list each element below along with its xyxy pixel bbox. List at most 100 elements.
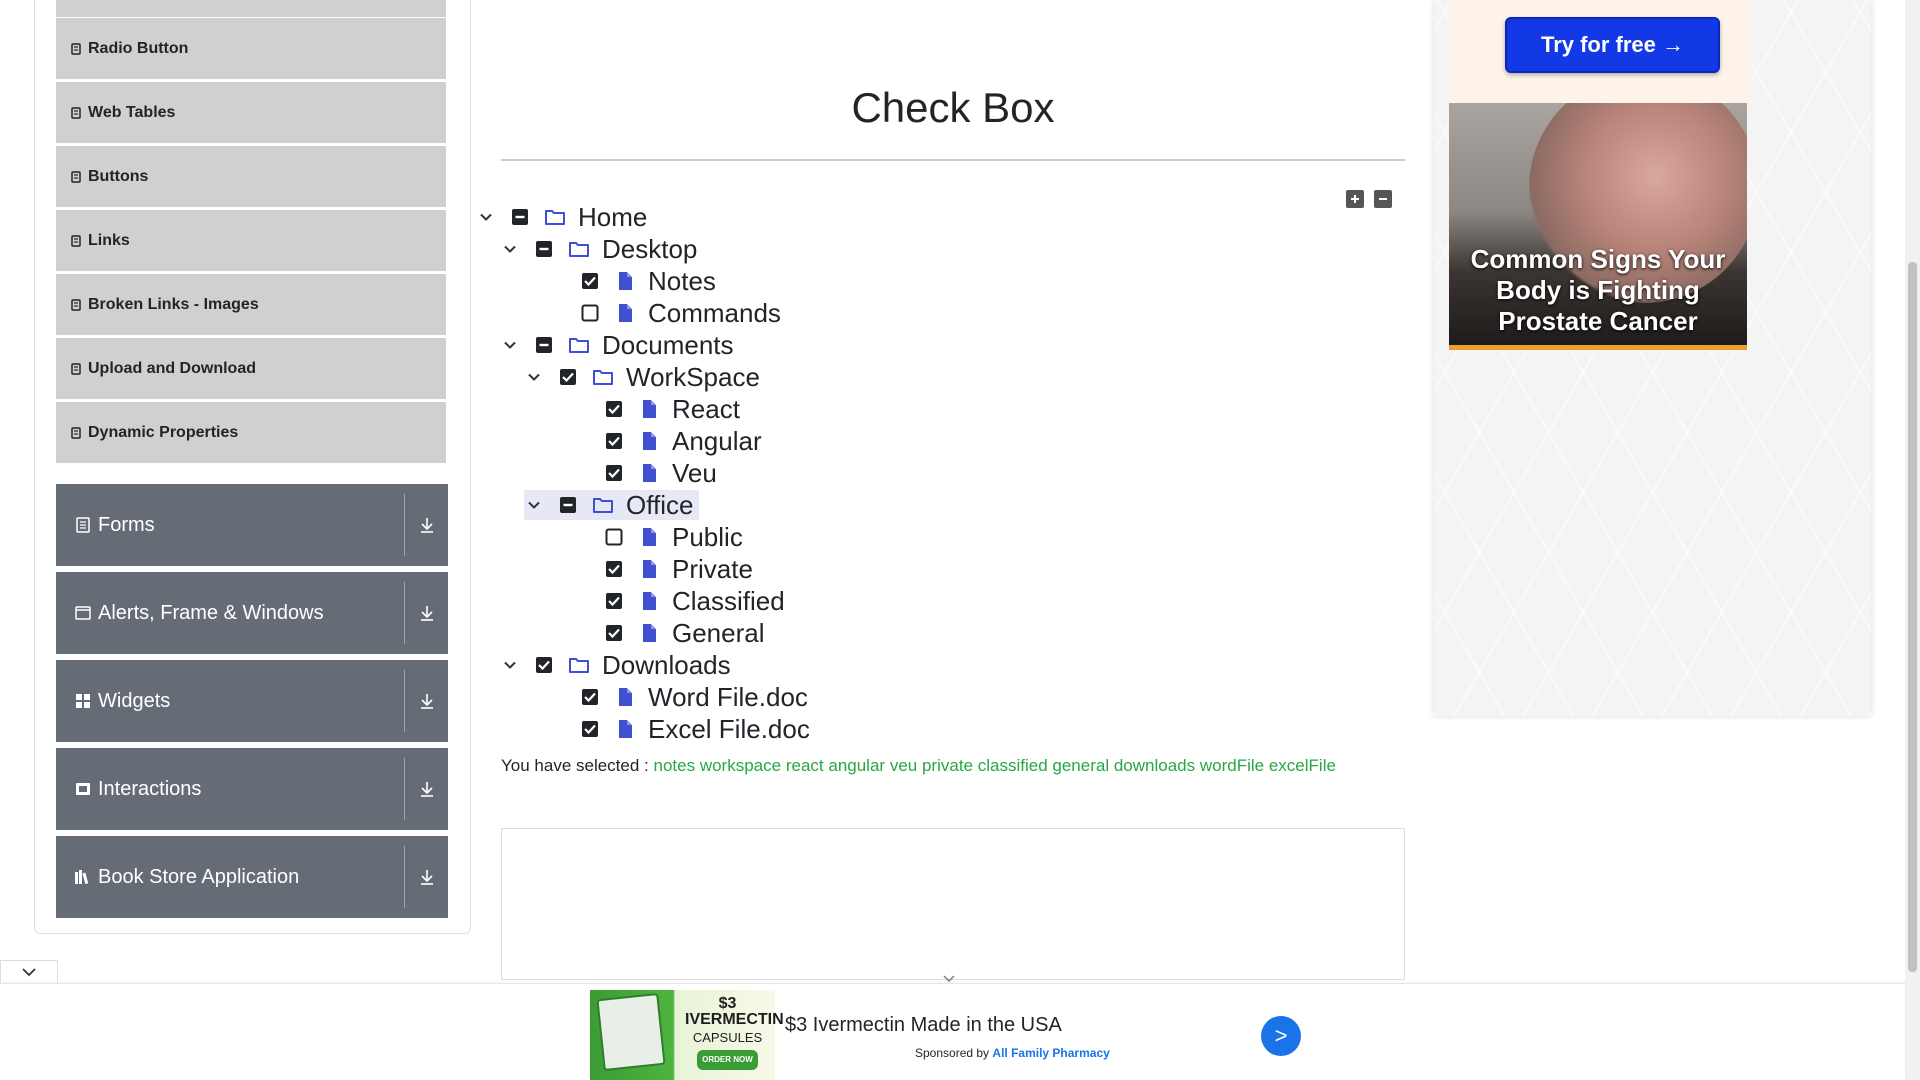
tree-node-excelfile[interactable]: Excel File.doc: [580, 714, 810, 744]
tree-node-react[interactable]: React: [604, 394, 740, 424]
checkbox-react[interactable]: [604, 399, 624, 419]
chevron-down-icon[interactable]: [500, 239, 520, 259]
checkbox-excelfile[interactable]: [580, 719, 600, 739]
node-label[interactable]: WorkSpace: [626, 362, 760, 393]
scrollbar-thumb[interactable]: [1908, 262, 1917, 972]
tree-node-veu[interactable]: Veu: [604, 458, 717, 488]
folder-icon: [568, 238, 590, 260]
checkbox-wordfile[interactable]: [580, 687, 600, 707]
tree-node-office[interactable]: Office: [524, 490, 700, 521]
tree-node-wordfile[interactable]: Word File.doc: [580, 682, 808, 712]
tree-node-private[interactable]: Private: [604, 554, 753, 584]
node-label[interactable]: Classified: [672, 586, 785, 617]
checkbox-angular[interactable]: [604, 431, 624, 451]
node-label[interactable]: Home: [578, 202, 647, 233]
download-arrow-icon[interactable]: [416, 600, 438, 626]
tree-node-desktop[interactable]: Desktop: [500, 234, 697, 264]
node-label[interactable]: Veu: [672, 458, 717, 489]
sidebar-item-dynamic-properties[interactable]: Dynamic Properties: [56, 402, 446, 464]
checkbox-home[interactable]: [510, 207, 530, 227]
sidebar-item-label: Radio Button: [88, 39, 189, 57]
node-label[interactable]: General: [672, 618, 765, 649]
bottom-ad-title[interactable]: $3 Ivermectin Made in the USA: [785, 1014, 1062, 1037]
tree-node-documents[interactable]: Documents: [500, 330, 734, 360]
folder-icon: [568, 334, 590, 356]
collapse-all-button[interactable]: [1374, 190, 1392, 208]
node-label[interactable]: Notes: [648, 266, 716, 297]
tree-node-general[interactable]: General: [604, 618, 765, 648]
tree-node-workspace[interactable]: WorkSpace: [524, 362, 760, 392]
sidebar-item-links[interactable]: Links: [56, 210, 446, 272]
node-label[interactable]: Desktop: [602, 234, 697, 265]
product-sub: CAPSULES: [692, 1030, 763, 1045]
tree-node-angular[interactable]: Angular: [604, 426, 762, 456]
sidebar-item-upload-download[interactable]: Upload and Download: [56, 338, 446, 400]
node-label[interactable]: React: [672, 394, 740, 425]
selected-item: angular: [828, 756, 886, 775]
download-arrow-icon[interactable]: [416, 512, 438, 538]
chevron-down-icon[interactable]: [524, 367, 544, 387]
sidebar-group-interactions[interactable]: Interactions: [56, 748, 448, 830]
node-label[interactable]: Commands: [648, 298, 781, 329]
selected-items: notes workspace react angular veu privat…: [654, 756, 1336, 775]
page-scrollbar[interactable]: [1905, 0, 1920, 1080]
node-label[interactable]: Office: [626, 490, 693, 521]
sidebar-item-web-tables[interactable]: Web Tables: [56, 82, 446, 144]
node-label[interactable]: Documents: [602, 330, 734, 361]
selected-item: general: [1052, 756, 1110, 775]
product-price: $3: [718, 995, 737, 1012]
sponsor-name[interactable]: All Family Pharmacy: [992, 1046, 1109, 1060]
checkbox-classified[interactable]: [604, 591, 624, 611]
checkbox-veu[interactable]: [604, 463, 624, 483]
node-label[interactable]: Angular: [672, 426, 762, 457]
bottom-ad-go-button[interactable]: >: [1261, 1016, 1301, 1056]
chevron-down-icon[interactable]: [500, 655, 520, 675]
checkbox-commands[interactable]: [580, 303, 600, 323]
window-icon: [74, 604, 92, 622]
ad-headline: Common Signs Your Body is Fighting Prost…: [1470, 244, 1726, 336]
tree-node-downloads[interactable]: Downloads: [500, 650, 731, 680]
sidebar-group-forms[interactable]: Forms: [56, 484, 448, 566]
ad-image[interactable]: Common Signs Your Body is Fighting Prost…: [1449, 103, 1747, 350]
sidebar-item-partial[interactable]: [56, 0, 446, 18]
checkbox-office[interactable]: [558, 495, 578, 515]
collapse-tab[interactable]: [0, 960, 58, 984]
tree-node-public[interactable]: Public: [604, 522, 743, 552]
tree-node-home[interactable]: Home: [476, 202, 647, 232]
expand-all-button[interactable]: [1346, 190, 1364, 208]
checkbox-public[interactable]: [604, 527, 624, 547]
sidebar-group-widgets[interactable]: Widgets: [56, 660, 448, 742]
node-label[interactable]: Downloads: [602, 650, 731, 681]
sidebar-group-alerts[interactable]: Alerts, Frame & Windows: [56, 572, 448, 654]
chevron-down-icon[interactable]: [524, 495, 544, 515]
item-icon: [70, 426, 82, 440]
sidebar-item-broken-links[interactable]: Broken Links - Images: [56, 274, 446, 336]
download-arrow-icon[interactable]: [416, 688, 438, 714]
download-arrow-icon[interactable]: [416, 776, 438, 802]
try-for-free-button[interactable]: Try for free →: [1505, 17, 1720, 73]
file-icon: [638, 462, 660, 484]
checkbox-downloads[interactable]: [534, 655, 554, 675]
checkbox-general[interactable]: [604, 623, 624, 643]
tree-node-commands[interactable]: Commands: [580, 298, 781, 328]
tree-node-notes[interactable]: Notes: [580, 266, 716, 296]
chevron-down-icon[interactable]: [476, 207, 496, 227]
checkbox-private[interactable]: [604, 559, 624, 579]
node-label[interactable]: Word File.doc: [648, 682, 808, 713]
file-icon: [638, 590, 660, 612]
checkbox-desktop[interactable]: [534, 239, 554, 259]
tree-node-classified[interactable]: Classified: [604, 586, 785, 616]
sidebar-item-buttons[interactable]: Buttons: [56, 146, 446, 208]
checkbox-notes[interactable]: [580, 271, 600, 291]
checkbox-workspace[interactable]: [558, 367, 578, 387]
group-label: Interactions: [98, 777, 202, 800]
node-label[interactable]: Private: [672, 554, 753, 585]
checkbox-documents[interactable]: [534, 335, 554, 355]
download-arrow-icon[interactable]: [416, 864, 438, 890]
node-label[interactable]: Public: [672, 522, 743, 553]
node-label[interactable]: Excel File.doc: [648, 714, 810, 745]
bottom-ad-image[interactable]: $3 IVERMECTIN CAPSULES ORDER NOW: [590, 990, 784, 1080]
chevron-down-icon[interactable]: [500, 335, 520, 355]
sidebar-group-book-store[interactable]: Book Store Application: [56, 836, 448, 918]
sidebar-item-radio-button[interactable]: Radio Button: [56, 18, 446, 80]
